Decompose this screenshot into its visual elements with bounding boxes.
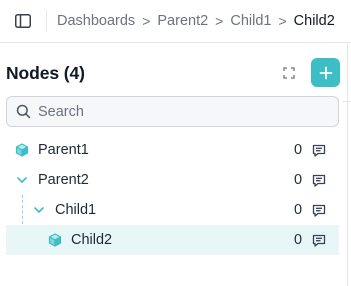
message-icon[interactable] <box>311 142 327 158</box>
node-count: 0 <box>294 172 303 188</box>
node-count: 0 <box>294 202 303 218</box>
message-icon[interactable] <box>311 172 327 188</box>
search-icon <box>16 104 31 119</box>
node-count: 0 <box>294 232 303 248</box>
breadcrumb-item-parent2[interactable]: Parent2 <box>157 13 208 29</box>
top-bar: Dashboards > Parent2 > Child1 > Child2 <box>0 0 351 43</box>
tree-node-parent1[interactable]: Parent1 0 <box>6 135 339 165</box>
search-input[interactable] <box>38 103 318 120</box>
nodes-panel-header: Nodes (4) <box>6 58 340 88</box>
tree-node-parent2[interactable]: Parent2 0 <box>6 165 339 195</box>
tree-node-label: Child1 <box>55 202 97 218</box>
plus-icon <box>319 66 332 79</box>
node-count: 0 <box>294 142 303 158</box>
chevron-down-icon[interactable] <box>31 202 47 218</box>
add-node-button[interactable] <box>311 58 340 87</box>
breadcrumb-separator: > <box>278 13 287 29</box>
topbar-divider <box>46 10 47 32</box>
fullscreen-icon[interactable] <box>281 65 297 81</box>
panel-title: Nodes (4) <box>6 62 85 83</box>
breadcrumb-item-child2: Child2 <box>293 13 335 29</box>
message-icon[interactable] <box>311 232 327 248</box>
cube-icon <box>14 142 30 158</box>
panel-divider <box>347 43 348 286</box>
breadcrumb-separator: > <box>215 13 224 29</box>
tree-node-label: Child2 <box>71 232 113 248</box>
tree-node-child2[interactable]: Child2 0 <box>6 225 339 255</box>
cube-icon <box>47 232 63 248</box>
breadcrumb-item-child1[interactable]: Child1 <box>230 13 271 29</box>
breadcrumb: Dashboards > Parent2 > Child1 > Child2 <box>57 13 335 29</box>
tree-node-label: Parent1 <box>38 142 89 158</box>
panel-divider-stub <box>342 101 351 102</box>
message-icon[interactable] <box>311 202 327 218</box>
tree-node-label: Parent2 <box>38 172 89 188</box>
search-box <box>6 96 339 127</box>
breadcrumb-separator: > <box>142 13 151 29</box>
chevron-down-icon[interactable] <box>14 172 30 188</box>
sidebar-toggle-icon[interactable] <box>12 10 34 32</box>
tree-node-child1[interactable]: Child1 0 <box>6 195 339 225</box>
breadcrumb-item-dashboards[interactable]: Dashboards <box>57 13 135 29</box>
